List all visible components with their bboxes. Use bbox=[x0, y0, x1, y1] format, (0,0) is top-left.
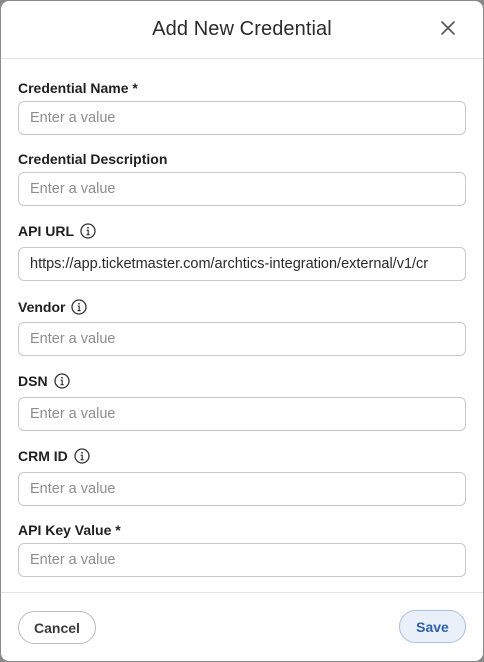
close-icon bbox=[441, 20, 455, 40]
info-icon[interactable] bbox=[80, 223, 96, 239]
add-credential-dialog: Add New Credential Credential Name * Cre… bbox=[1, 1, 483, 661]
api-key-value-label-text: API Key Value * bbox=[18, 522, 121, 538]
credential-name-label-text: Credential Name * bbox=[18, 80, 138, 96]
vendor-label: Vendor bbox=[18, 297, 88, 317]
info-icon[interactable] bbox=[71, 299, 88, 315]
dialog-title: Add New Credential bbox=[152, 18, 332, 40]
crm-id-input[interactable] bbox=[18, 472, 466, 506]
dialog-header: Add New Credential bbox=[1, 1, 483, 59]
crm-id-label-text: CRM ID bbox=[18, 448, 68, 464]
crm-id-label: CRM ID bbox=[18, 446, 90, 466]
credential-name-input[interactable] bbox=[18, 101, 466, 135]
save-button[interactable]: Save bbox=[399, 610, 466, 643]
dsn-label: DSN bbox=[18, 371, 70, 391]
api-url-label: API URL bbox=[18, 221, 96, 241]
dialog-footer: Cancel Save bbox=[1, 592, 483, 661]
info-icon[interactable] bbox=[74, 448, 90, 464]
vendor-label-text: Vendor bbox=[18, 299, 66, 315]
dsn-input[interactable] bbox=[18, 397, 466, 431]
api-url-label-text: API URL bbox=[18, 223, 74, 239]
api-key-value-label: API Key Value * bbox=[18, 520, 121, 540]
cancel-button[interactable]: Cancel bbox=[18, 611, 96, 644]
api-key-value-input[interactable] bbox=[18, 543, 466, 577]
credential-description-label: Credential Description bbox=[18, 149, 167, 169]
dialog-body: Credential Name * Credential Description… bbox=[1, 60, 483, 592]
info-icon[interactable] bbox=[53, 373, 70, 389]
close-button[interactable] bbox=[437, 19, 459, 41]
credential-name-label: Credential Name * bbox=[18, 78, 138, 98]
api-url-input[interactable] bbox=[18, 247, 466, 281]
vendor-input[interactable] bbox=[18, 322, 466, 356]
credential-description-input[interactable] bbox=[18, 172, 466, 206]
dsn-label-text: DSN bbox=[18, 373, 48, 389]
credential-description-label-text: Credential Description bbox=[18, 151, 168, 167]
